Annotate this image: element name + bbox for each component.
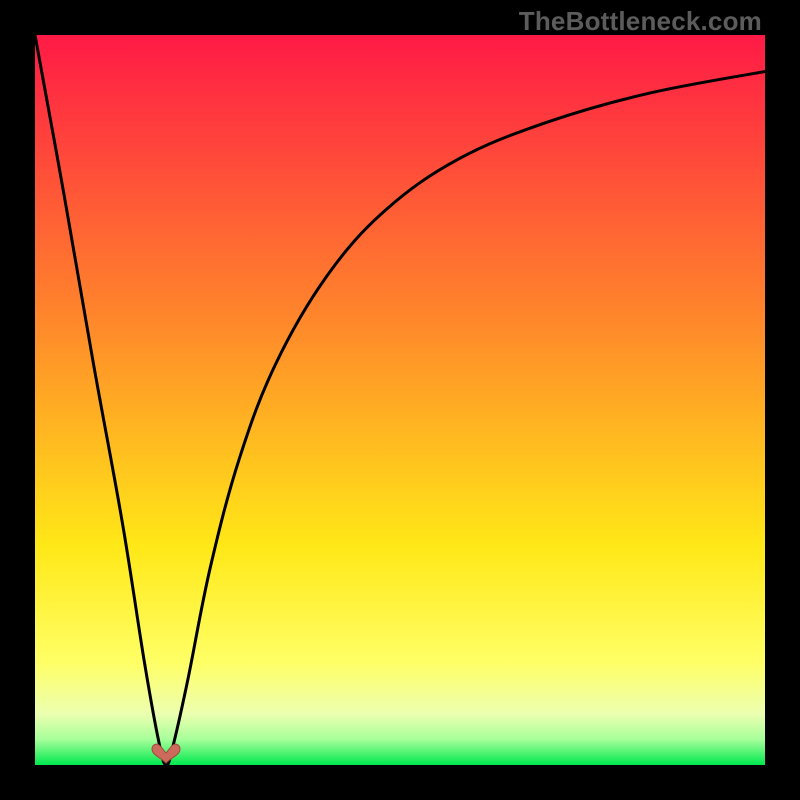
watermark-text: TheBottleneck.com <box>519 6 762 37</box>
chart-frame: TheBottleneck.com <box>0 0 800 800</box>
plot-area <box>35 35 765 765</box>
optimum-marker <box>148 743 184 765</box>
bottleneck-curve <box>35 35 765 765</box>
